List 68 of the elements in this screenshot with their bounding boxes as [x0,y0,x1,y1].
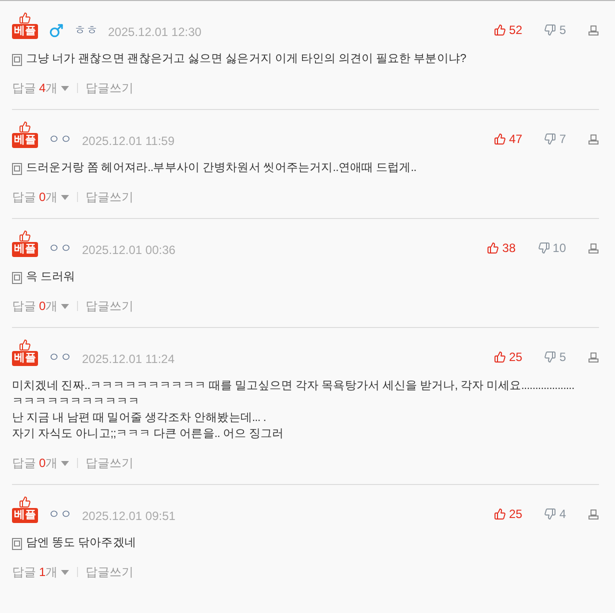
best-badge: 베플 [12,133,38,148]
like-button[interactable]: 47 [494,132,522,146]
comment-text: 미치겠네 진짜..ㅋㅋㅋㅋㅋㅋㅋㅋㅋㅋ 때를 밀고싶으면 각자 목욕탕가서 세신을 받거나, 각자 미세요................... [12,379,574,394]
best-badge: 베플 [12,24,38,39]
write-reply-link[interactable]: 답글쓰기 [86,565,134,579]
comment-date: 2025.12.01 12:30 [108,25,202,39]
report-icon[interactable] [588,242,599,254]
thumbs-up-icon [487,242,500,254]
dislike-button[interactable]: 7 [544,132,566,146]
nickname[interactable]: ㅇㅇ [48,506,72,523]
nickname[interactable]: ㅇㅇ [48,240,72,257]
reply-count-toggle[interactable]: 답글 1개 [12,565,69,579]
like-button[interactable]: 25 [494,507,522,521]
thumbs-down-icon [544,351,556,363]
thumbs-up-icon [494,508,506,520]
thumbs-down-icon [538,242,550,254]
caret-icon [60,194,69,200]
comment-text: 드러운거랑 쫌 헤어져라..부부사이 간병차원서 씻어주는거지..연애때 드럽게.. [26,161,416,176]
reply-count-toggle[interactable]: 답글 4개 [12,81,69,95]
comment-date: 2025.12.01 11:24 [82,352,175,366]
comment-text: 난 지금 내 남편 때 밀어줄 생각조차 안해봤는데... . [12,411,267,426]
report-icon[interactable] [588,24,599,36]
reply-count-toggle[interactable]: 답글 0개 [12,190,69,204]
thumbs-up-icon [494,24,506,36]
thumbs-up-icon [19,339,31,351]
nickname[interactable]: ㅎㅎ [74,22,98,39]
dislike-button[interactable]: 5 [544,350,566,364]
thumbs-up-icon [494,133,506,145]
comment-text: 담엔 똥도 닦아주겠네 [26,536,136,551]
best-badge: 베플 [12,242,38,257]
thumbs-up-icon [19,121,31,133]
dislike-button[interactable]: 10 [538,241,566,255]
like-button[interactable]: 52 [494,23,522,37]
comment-date: 2025.12.01 11:59 [82,134,175,148]
thumbs-down-icon [544,508,556,520]
comment-text: 그냥 너가 괜찮으면 괜찮은거고 싫으면 싫은거지 이게 타인의 의견이 필요한 부분이냐? [26,52,466,67]
comment-date: 2025.12.01 00:36 [82,243,176,257]
reply-count-toggle[interactable]: 답글 0개 [12,456,69,470]
comment-text: 윽 드러워 [26,270,76,285]
report-icon[interactable] [588,352,599,362]
dislike-button[interactable]: 5 [544,23,566,37]
report-icon[interactable] [588,134,599,144]
thumbs-up-icon [19,12,31,24]
caret-icon [60,570,69,574]
comment-text: 자기 자식도 아니고;;ㅋㅋㅋ 다큰 어른을.. 어으 징그러 [12,427,285,442]
write-reply-link[interactable]: 답글쓰기 [86,299,134,313]
report-icon[interactable] [588,508,599,520]
comment-date: 2025.12.01 09:51 [82,509,176,523]
nickname[interactable]: ㅇㅇ [48,131,72,148]
caret-icon [60,304,69,308]
comment-text: ㅋㅋㅋㅋㅋㅋㅋㅋㅋㅋㅋ [12,395,141,410]
thumbs-down-icon [544,24,556,36]
like-button[interactable]: 38 [487,241,516,255]
dislike-button[interactable]: 4 [544,507,566,521]
nickname[interactable]: ㅇㅇ [48,349,72,366]
write-reply-link[interactable]: 답글쓰기 [86,81,134,95]
best-badge: 베플 [12,508,38,523]
caret-icon [60,460,69,466]
thumbs-up-icon [19,496,31,508]
best-badge: 베플 [12,351,38,366]
write-reply-link[interactable]: 답글쓰기 [86,456,134,470]
reply-count-toggle[interactable]: 답글 0개 [12,299,69,313]
thumbs-up-icon [19,230,31,242]
thumbs-up-icon [494,351,506,363]
thumbs-down-icon [544,133,556,145]
caret-icon [60,86,69,90]
write-reply-link[interactable]: 답글쓰기 [86,190,134,204]
like-button[interactable]: 25 [494,350,522,364]
